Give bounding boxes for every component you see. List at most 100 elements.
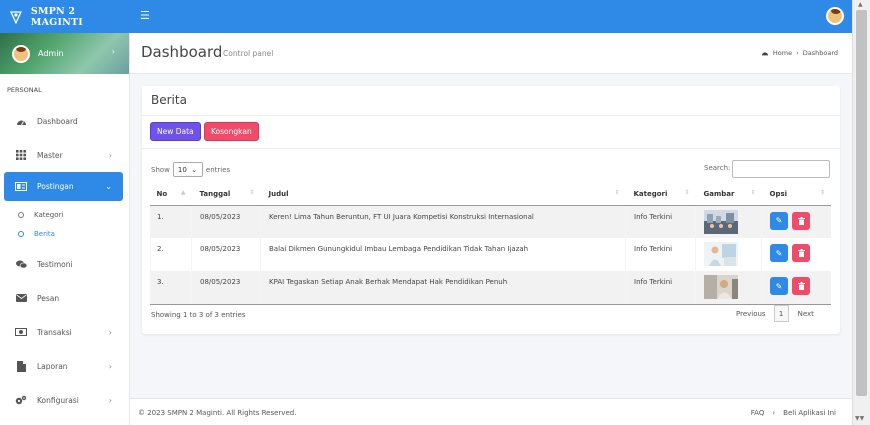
- breadcrumb-separator: ›: [796, 49, 799, 57]
- sidebar-item-label: Testimoni: [37, 259, 73, 269]
- table-row: 3. 08/05/2023 KPAI Tegaskan Setiap Anak …: [150, 271, 831, 305]
- scroll-up-icon[interactable]: ▲: [858, 1, 863, 8]
- search-label: Search:: [704, 164, 731, 172]
- footer: © 2023 SMPN 2 Maginti. All Rights Reserv…: [130, 398, 852, 425]
- thumbnail-image: [704, 209, 738, 234]
- entries-length: Show 10 ⌄ entries: [151, 162, 230, 177]
- chevron-right-icon: ›: [108, 150, 112, 160]
- footer-separator: ›: [772, 409, 776, 417]
- pencil-icon: ✎: [775, 281, 783, 291]
- cell-judul: Keren! Lima Tahun Beruntun, FT UI Juara …: [260, 205, 626, 238]
- menu-toggle-icon[interactable]: ☰: [140, 9, 150, 22]
- pencil-icon: ✎: [775, 216, 783, 225]
- sidebar-item-laporan[interactable]: Laporan ›: [0, 349, 129, 383]
- chat-icon: [15, 258, 27, 270]
- circle-icon: [18, 230, 24, 237]
- column-header-judul[interactable]: Judul ⇕: [260, 183, 626, 206]
- sidebar-item-master[interactable]: Master ›: [0, 138, 129, 172]
- page-1-button[interactable]: 1: [773, 305, 789, 322]
- new-data-button[interactable]: New Data: [150, 122, 201, 141]
- chevron-right-icon: ›: [108, 361, 112, 371]
- entries-select[interactable]: 10 ⌄: [172, 162, 203, 177]
- table-info: Showing 1 to 3 of 3 entries: [151, 311, 246, 319]
- column-header-gambar[interactable]: Gambar ⇕: [695, 183, 762, 206]
- file-icon: [15, 360, 27, 372]
- faq-link[interactable]: FAQ: [751, 409, 765, 417]
- kosongkan-button[interactable]: Kosongkan: [204, 122, 259, 141]
- user-panel[interactable]: Admin ›: [0, 33, 129, 74]
- edit-button[interactable]: ✎: [770, 244, 788, 262]
- cell-tanggal: 08/05/2023: [191, 205, 261, 238]
- cell-opsi: ✎: [761, 238, 831, 271]
- footer-links: FAQ › Beli Aplikasi Ini: [751, 409, 836, 417]
- delete-button[interactable]: [792, 244, 810, 262]
- sidebar-item-konfigurasi[interactable]: Konfigurasi ›: [0, 383, 129, 417]
- breadcrumb-home[interactable]: Home: [773, 49, 792, 57]
- column-label: Gambar: [703, 189, 735, 198]
- cell-gambar: [695, 238, 762, 271]
- cell-gambar: [695, 205, 762, 238]
- sidebar-item-label: Postingan: [37, 182, 74, 191]
- next-button[interactable]: Next: [798, 310, 814, 318]
- cell-opsi: ✎: [761, 205, 831, 238]
- pencil-icon: ✎: [775, 248, 783, 258]
- previous-button[interactable]: Previous: [736, 310, 766, 318]
- thumbnail-image: [704, 242, 738, 266]
- sidebar-item-testimoni[interactable]: Testimoni: [0, 247, 129, 281]
- sidebar: Admin › PERSONAL Dashboard Master › Post…: [0, 33, 130, 425]
- dashboard-icon: [761, 52, 768, 56]
- chevron-down-icon: ⌄: [191, 165, 198, 174]
- postingan-icon: [15, 181, 27, 193]
- cell-gambar: [695, 271, 762, 305]
- gears-icon: [15, 394, 27, 406]
- page-scrollbar[interactable]: ▲ ▼▼: [852, 0, 870, 425]
- card-title: Berita: [151, 93, 187, 107]
- page-subtitle: Control panel: [223, 49, 274, 58]
- entries-value: 10: [177, 165, 187, 174]
- edit-button[interactable]: ✎: [770, 277, 788, 295]
- chevron-right-icon: ›: [111, 47, 115, 56]
- trash-icon: [797, 282, 805, 290]
- table-row: 1. 08/05/2023 Keren! Lima Tahun Beruntun…: [150, 205, 831, 238]
- sidebar-item-dashboard[interactable]: Dashboard: [0, 104, 129, 138]
- show-label: Show: [151, 165, 170, 174]
- sidebar-item-label: Laporan: [37, 361, 68, 371]
- trash-icon: [797, 249, 805, 257]
- column-header-opsi[interactable]: Opsi ⇕: [761, 183, 831, 206]
- column-header-kategori[interactable]: Kategori ⇕: [625, 183, 696, 206]
- search-input[interactable]: [732, 160, 830, 178]
- brand-name: SMPN 2 MAGINTI: [30, 5, 83, 28]
- berita-table: No ▲ Tanggal ⇕ Judul ⇕ Kategori ⇕ Gambar ⇕ Op…: [150, 183, 831, 305]
- sidebar-item-transaksi[interactable]: Transaksi ›: [0, 315, 129, 349]
- user-avatar[interactable]: [826, 7, 844, 25]
- sidebar-subitem-label: Berita: [34, 229, 55, 238]
- circle-icon: [18, 211, 24, 218]
- divider: [142, 115, 840, 116]
- money-icon: [15, 326, 27, 338]
- chevron-down-icon: ⌄: [105, 182, 112, 191]
- edit-button[interactable]: ✎: [770, 211, 788, 230]
- scroll-down-icon[interactable]: ▼▼: [855, 415, 864, 422]
- buy-app-link[interactable]: Beli Aplikasi Ini: [783, 409, 836, 417]
- sidebar-subitem-berita[interactable]: Berita: [0, 224, 129, 243]
- sidebar-item-postingan[interactable]: Postingan ⌄: [4, 172, 123, 201]
- cell-judul: KPAI Tegaskan Setiap Anak Berhak Mendapa…: [260, 271, 626, 305]
- berita-card: Berita New Data Kosongkan Show 10 ⌄ entr…: [142, 86, 840, 334]
- column-header-no[interactable]: No ▲: [150, 183, 192, 206]
- delete-button[interactable]: [792, 277, 810, 295]
- cell-kategori: Info Terkini: [625, 238, 696, 271]
- sort-icon: ⇕: [819, 189, 825, 196]
- sidebar-item-pesan[interactable]: Pesan: [0, 281, 129, 315]
- page-title: Dashboard: [141, 43, 223, 61]
- grid-icon: [15, 149, 27, 161]
- school-logo-icon: [9, 10, 22, 24]
- column-label: Judul: [268, 189, 289, 198]
- brand[interactable]: SMPN 2 MAGINTI: [0, 0, 130, 33]
- column-header-tanggal[interactable]: Tanggal ⇕: [191, 183, 261, 206]
- sidebar-item-label: Dashboard: [37, 116, 78, 126]
- delete-button[interactable]: [792, 211, 810, 230]
- scrollbar-thumb[interactable]: [856, 10, 867, 396]
- sort-icon: ⇕: [614, 189, 620, 196]
- sidebar-subitem-kategori[interactable]: Kategori: [0, 205, 129, 224]
- cell-kategori: Info Terkini: [625, 205, 696, 238]
